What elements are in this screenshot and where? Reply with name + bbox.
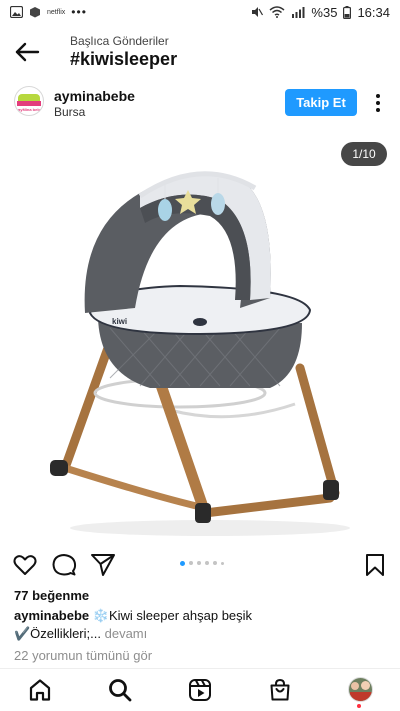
carousel-dot bbox=[197, 561, 201, 565]
account-name[interactable]: ayminabebe bbox=[54, 88, 135, 104]
status-right: %35 16:34 bbox=[251, 5, 390, 20]
carousel-dot bbox=[189, 561, 193, 565]
profile-face-1 bbox=[351, 682, 359, 690]
caption-line-2: ✔️Özellikleri;... devamı bbox=[14, 625, 389, 643]
post-actions bbox=[0, 550, 400, 580]
save-bookmark-icon[interactable] bbox=[362, 552, 388, 578]
more-options-icon[interactable] bbox=[371, 93, 385, 113]
share-icon[interactable] bbox=[90, 552, 116, 578]
page-header: Başlıca Gönderiler #kiwisleeper bbox=[0, 28, 400, 76]
account-avatar[interactable]: ayMina bebe bbox=[14, 86, 44, 116]
caption-text-1: ❄️Kiwi sleeper ahşap beşik bbox=[92, 608, 253, 623]
carousel-dot-active bbox=[180, 560, 185, 566]
post-header: ayMina bebe ayminabebe Bursa Takip Et bbox=[0, 84, 400, 126]
netflix-mini-label: netflix bbox=[47, 8, 66, 16]
like-heart-icon[interactable] bbox=[12, 552, 38, 578]
carousel-indicator bbox=[180, 560, 224, 566]
profile-avatar[interactable] bbox=[348, 677, 373, 702]
comment-icon[interactable] bbox=[51, 552, 77, 578]
bottom-navigation bbox=[0, 668, 400, 711]
mute-icon bbox=[252, 7, 264, 17]
back-arrow-icon[interactable] bbox=[14, 40, 40, 64]
status-bar: netflix ••• %35 16:34 bbox=[0, 0, 400, 24]
wifi-icon bbox=[269, 6, 285, 18]
post-location[interactable]: Bursa bbox=[54, 105, 85, 119]
header-subtitle: Başlıca Gönderiler bbox=[70, 34, 169, 48]
caption-more-link[interactable]: devamı bbox=[105, 626, 148, 641]
carousel-dot bbox=[213, 561, 217, 565]
box-icon bbox=[30, 7, 40, 18]
view-all-comments-link[interactable]: 22 yorumun tümünü gör bbox=[14, 648, 152, 663]
search-icon[interactable] bbox=[108, 678, 132, 702]
image-icon bbox=[10, 6, 23, 18]
caption-line-1: ayminabebe ❄️Kiwi sleeper ahşap beşik bbox=[14, 607, 389, 625]
home-icon[interactable] bbox=[28, 678, 52, 702]
avatar-logo-band bbox=[17, 101, 41, 106]
signal-icon bbox=[292, 7, 305, 18]
notification-dot bbox=[357, 704, 361, 708]
status-time: 16:34 bbox=[357, 4, 390, 20]
image-counter: 1/10 bbox=[341, 142, 387, 166]
more-notifications-dots: ••• bbox=[71, 5, 87, 19]
battery-icon bbox=[343, 5, 352, 19]
avatar-logo-text: ayMina bebe bbox=[18, 107, 43, 112]
reels-icon[interactable] bbox=[188, 678, 212, 702]
page-title: #kiwisleeper bbox=[70, 49, 178, 69]
post-image[interactable]: kiwi 1/10 bbox=[0, 128, 400, 540]
caption-text-2: ✔️Özellikleri;... bbox=[14, 626, 101, 641]
battery-percent: %35 bbox=[311, 4, 338, 20]
status-left: netflix ••• bbox=[10, 5, 87, 19]
product-logo: kiwi bbox=[112, 317, 127, 326]
likes-count[interactable]: 77 beğenme bbox=[14, 588, 89, 603]
post-caption: ayminabebe ❄️Kiwi sleeper ahşap beşik ✔️… bbox=[14, 607, 389, 643]
shop-icon[interactable] bbox=[268, 678, 292, 702]
caption-username[interactable]: ayminabebe bbox=[14, 608, 89, 623]
bassinet-illustration: kiwi bbox=[50, 171, 350, 536]
carousel-dot bbox=[205, 561, 209, 565]
profile-face-2 bbox=[361, 681, 370, 690]
profile-shirt bbox=[350, 692, 372, 701]
follow-button[interactable]: Takip Et bbox=[285, 89, 357, 116]
carousel-dot bbox=[221, 561, 224, 565]
